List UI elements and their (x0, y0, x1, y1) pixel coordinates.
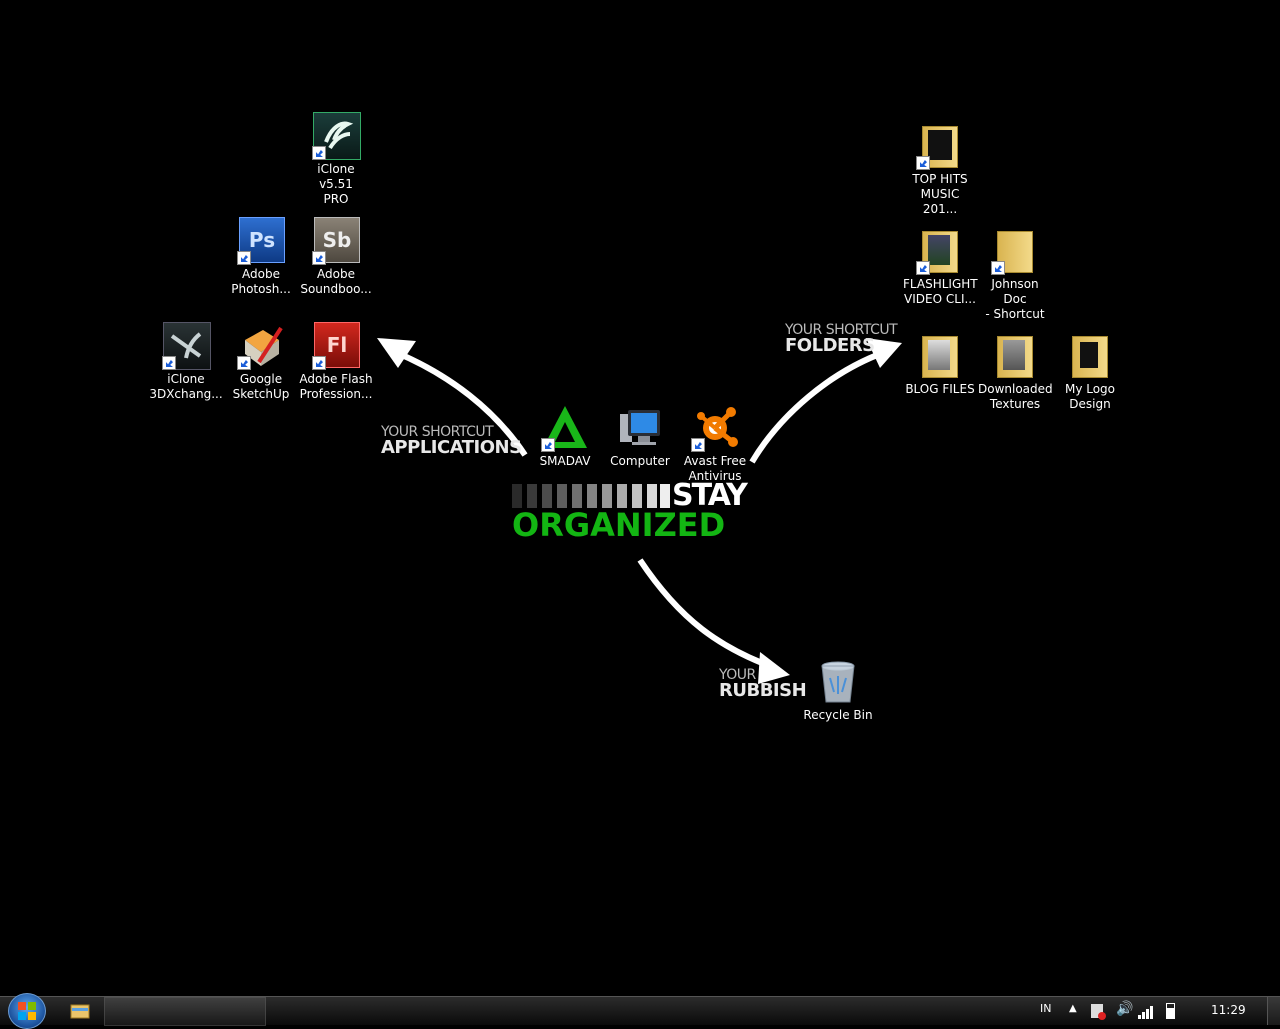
caption-folders-big: FOLDERS (785, 335, 875, 356)
taskbar: IN ▲ 🔊 11:29 (0, 993, 1280, 1029)
desktop-icon-label: My Logo Design (1064, 382, 1116, 411)
desktop-icon-smadav[interactable]: SMADAV (528, 404, 602, 469)
caption-applications: YOUR SHORTCUT APPLICATIONS (381, 424, 522, 458)
shortcut-overlay-icon (691, 438, 705, 452)
folder-icon (991, 332, 1039, 380)
desktop-icon-label: BLOG FILES (905, 382, 975, 396)
desktop-icon-label: Adobe Flash Profession... (299, 372, 373, 401)
show-hidden-icons-button[interactable]: ▲ (1069, 1003, 1077, 1014)
volume-icon[interactable]: 🔊 (1116, 1001, 1133, 1017)
desktop-icon-my-logo-design[interactable]: My Logo Design (1053, 332, 1127, 412)
sketchup-icon (237, 322, 285, 370)
desktop-icon-flashlight[interactable]: FLASHLIGHT VIDEO CLI... (903, 227, 978, 307)
desktop-icon-label: TOP HITS MUSIC 201... (912, 172, 968, 216)
desktop-icon-tophits[interactable]: TOP HITS MUSIC 201... (903, 122, 977, 217)
folder-icon (1066, 332, 1114, 380)
iclone-icon (312, 112, 361, 160)
shortcut-overlay-icon (312, 251, 326, 265)
desktop-icon-label: SMADAV (539, 454, 591, 468)
smadav-icon (541, 404, 589, 452)
clock[interactable]: 11:29 (1211, 1003, 1246, 1017)
recycle-bin-icon (814, 658, 862, 706)
desktop-icon-label: Johnson Doc - Shortcut (985, 277, 1045, 321)
shortcut-overlay-icon (916, 261, 930, 275)
explorer-taskbar-button[interactable] (70, 1001, 92, 1021)
arrow-to-folders (749, 349, 887, 464)
shortcut-overlay-icon (312, 146, 326, 160)
show-desktop-button[interactable] (1267, 997, 1280, 1025)
computer-icon (616, 404, 664, 452)
desktop-icon-flash[interactable]: Fl Adobe Flash Profession... (299, 322, 373, 402)
stay-gradient-bars (512, 484, 670, 508)
desktop-icon-avast[interactable]: Avast Free Antivirus (678, 404, 752, 484)
battery-icon[interactable] (1166, 1003, 1175, 1019)
desktop-icon-label: iClone 3DXchang... (149, 372, 223, 401)
desktop-icon-label: Recycle Bin (803, 708, 873, 722)
caption-rubbish: YOUR RUBBISH (719, 667, 807, 701)
desktop-icon-iclone[interactable]: iClone v5.51 PRO (299, 112, 373, 207)
desktop-icon-label: Adobe Soundboo... (300, 267, 372, 296)
desktop-icon-blog-files[interactable]: BLOG FILES (903, 332, 977, 397)
caption-folders: YOUR SHORTCUT FOLDERS (785, 322, 898, 356)
desktop-icon-soundbooth[interactable]: Sb Adobe Soundboo... (299, 217, 373, 297)
shortcut-overlay-icon (541, 438, 555, 452)
desktop-icon-label: Google SketchUp (232, 372, 290, 401)
desktop-icon-label: Avast Free Antivirus (683, 454, 747, 483)
arrow-to-rubbish (637, 558, 777, 671)
shortcut-overlay-icon (237, 251, 251, 265)
desktop-icon-sketchup[interactable]: Google SketchUp (224, 322, 298, 402)
language-indicator[interactable]: IN (1040, 1002, 1051, 1015)
folder-icon (916, 332, 964, 380)
windows-logo-icon (18, 1002, 36, 1020)
shortcut-overlay-icon (162, 356, 176, 370)
desktop-icon-iclone-3dxchange[interactable]: iClone 3DXchang... (149, 322, 223, 402)
desktop[interactable]: YOUR SHORTCUT APPLICATIONS YOUR SHORTCUT… (0, 0, 1280, 996)
desktop-icon-label: iClone v5.51 PRO (317, 162, 355, 206)
shortcut-overlay-icon (991, 261, 1005, 275)
folder-icon (916, 122, 964, 170)
desktop-icon-downloaded-textures[interactable]: Downloaded Textures (978, 332, 1053, 412)
soundbooth-icon: Sb (312, 217, 360, 265)
shortcut-overlay-icon (916, 156, 930, 170)
photoshop-icon: Ps (237, 217, 285, 265)
network-icon[interactable] (1138, 1005, 1154, 1019)
organized-text: ORGANIZED (512, 506, 726, 544)
folder-taskbar-icon (70, 1004, 90, 1019)
action-center-icon[interactable] (1091, 1004, 1106, 1020)
arrow-head-applications (377, 338, 416, 368)
iclone-3dxchange-icon (162, 322, 211, 370)
desktop-icon-label: Adobe Photosh... (231, 267, 291, 296)
shortcut-overlay-icon (312, 356, 326, 370)
desktop-icon-recycle-bin[interactable]: Recycle Bin (801, 658, 875, 723)
desktop-icon-photoshop[interactable]: Ps Adobe Photosh... (224, 217, 298, 297)
folder-icon (991, 227, 1039, 275)
caption-rubbish-big: RUBBISH (719, 680, 807, 701)
desktop-icon-johnson-doc[interactable]: Johnson Doc - Shortcut (978, 227, 1052, 322)
shortcut-overlay-icon (237, 356, 251, 370)
desktop-icon-label: Computer (610, 454, 670, 468)
desktop-icon-computer[interactable]: Computer (603, 404, 677, 469)
wallpaper-arrows (377, 338, 902, 684)
folder-icon (916, 227, 964, 275)
caption-applications-big: APPLICATIONS (381, 437, 522, 458)
avast-icon (691, 404, 739, 452)
running-app-taskbar-button[interactable] (104, 997, 266, 1026)
desktop-icon-label: Downloaded Textures (978, 382, 1053, 411)
desktop-icon-label: FLASHLIGHT VIDEO CLI... (903, 277, 978, 306)
flash-icon: Fl (312, 322, 360, 370)
